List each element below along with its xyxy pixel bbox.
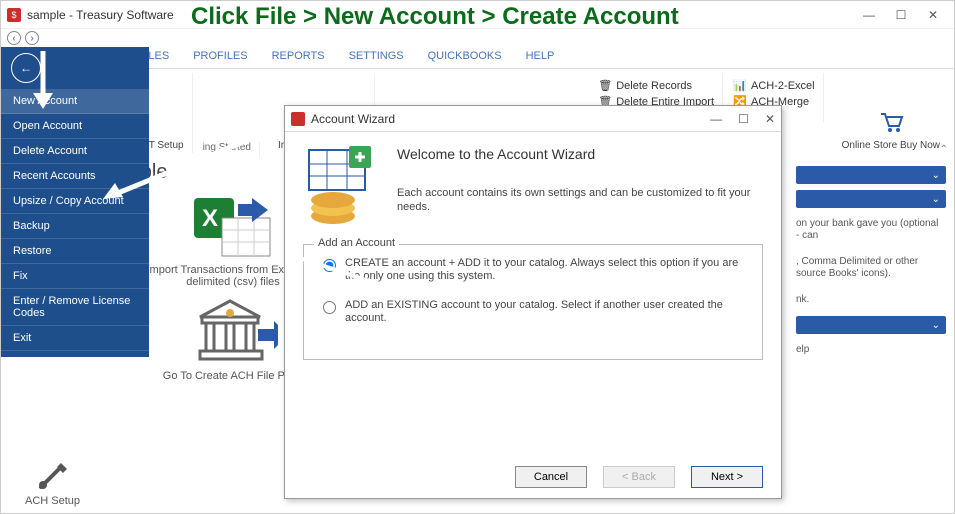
- tab-reports[interactable]: REPORTS: [260, 47, 337, 68]
- file-menu-exit[interactable]: Exit: [1, 326, 149, 351]
- bank-tile-icon: [188, 298, 278, 368]
- ribbon-delete-group: 🗑Delete Records 🗑Delete Entire Import: [598, 73, 723, 109]
- card-collapse-icon[interactable]: ⌄: [796, 166, 946, 184]
- ribbon-collapse-icon[interactable]: ⌃: [940, 144, 948, 155]
- wizard-minimize-button[interactable]: —: [710, 112, 722, 126]
- nav-fwd-icon[interactable]: ›: [25, 31, 39, 45]
- instruction-banner: Click File > New Account > Create Accoun…: [191, 3, 679, 31]
- app-icon: $: [7, 8, 21, 22]
- card-collapse-icon[interactable]: ⌄: [796, 316, 946, 334]
- tile-label: Go To Create ACH File Page: [163, 370, 303, 382]
- close-button[interactable]: ✕: [926, 8, 940, 22]
- card-text: elp: [796, 340, 946, 360]
- ribbon-delete-records[interactable]: 🗑 Delete Records: [598, 79, 714, 93]
- wizard-maximize-button[interactable]: ☐: [738, 112, 749, 126]
- window-controls: — ☐ ✕: [862, 8, 948, 22]
- wizard-window-controls: — ☐ ✕: [710, 112, 775, 126]
- ribbon-label: ACH-2-Excel: [751, 80, 815, 92]
- card-text: nk.: [796, 290, 946, 310]
- ach-setup-shortcut[interactable]: ACH Setup: [25, 455, 80, 507]
- wizard-app-icon: [291, 112, 305, 126]
- tab-settings[interactable]: SETTINGS: [337, 47, 416, 68]
- wrench-icon: [33, 455, 73, 495]
- wizard-art-icon: [303, 146, 381, 230]
- tab-help[interactable]: HELP: [514, 47, 567, 68]
- tab-quickbooks[interactable]: QUICKBOOKS: [416, 47, 514, 68]
- annotation-arrow-3: [289, 253, 419, 303]
- tab-profiles[interactable]: PROFILES: [181, 47, 259, 68]
- ribbon-ach2excel[interactable]: 📊 ACH-2-Excel: [733, 79, 815, 93]
- minimize-button[interactable]: —: [862, 8, 876, 22]
- wizard-back-button: < Back: [603, 466, 675, 488]
- wizard-close-button[interactable]: ✕: [765, 112, 775, 126]
- nav-row: ‹ ›: [1, 29, 954, 47]
- file-menu-license[interactable]: Enter / Remove License Codes: [1, 289, 149, 326]
- app-window: $ sample - Treasury Software — ☐ ✕ ‹ › C…: [0, 0, 955, 514]
- file-menu-fix[interactable]: Fix: [1, 264, 149, 289]
- maximize-button[interactable]: ☐: [894, 8, 908, 22]
- wizard-text-panel: Welcome to the Account Wizard Each accou…: [397, 146, 763, 230]
- cart-icon: [875, 106, 907, 138]
- wizard-title: Account Wizard: [311, 112, 395, 126]
- card-text: , Comma Delimited or other source Books'…: [796, 252, 946, 284]
- wizard-heading: Welcome to the Account Wizard: [397, 146, 763, 162]
- wizard-buttons: Cancel < Back Next >: [515, 466, 763, 488]
- wizard-next-button[interactable]: Next >: [691, 466, 763, 488]
- side-cards: ⌄ ⌄ on your bank gave you (optional - ca…: [796, 166, 946, 360]
- ribbon-label: Online Store Buy Now: [842, 140, 940, 151]
- delete-records-icon: 🗑: [598, 79, 612, 93]
- wizard-description: Each account contains its own settings a…: [397, 186, 763, 214]
- ach-setup-label: ACH Setup: [25, 495, 80, 507]
- ach2excel-icon: 📊: [733, 79, 747, 93]
- annotation-arrow-1: [21, 49, 61, 115]
- file-menu-restore[interactable]: Restore: [1, 239, 149, 264]
- wizard-titlebar: Account Wizard — ☐ ✕: [285, 106, 781, 132]
- ribbon-online-store[interactable]: Online Store Buy Now: [834, 73, 948, 153]
- file-menu-backup[interactable]: Backup: [1, 214, 149, 239]
- annotation-arrow-2: [97, 123, 287, 213]
- card-text: on your bank gave you (optional - can: [796, 214, 946, 246]
- card-collapse-icon[interactable]: ⌄: [796, 190, 946, 208]
- nav-back-icon[interactable]: ‹: [7, 31, 21, 45]
- ribbon-label: Delete Records: [616, 80, 692, 92]
- wizard-body: Welcome to the Account Wizard Each accou…: [285, 132, 781, 230]
- wizard-cancel-button[interactable]: Cancel: [515, 466, 587, 488]
- wizard-fieldset-legend: Add an Account: [314, 237, 399, 249]
